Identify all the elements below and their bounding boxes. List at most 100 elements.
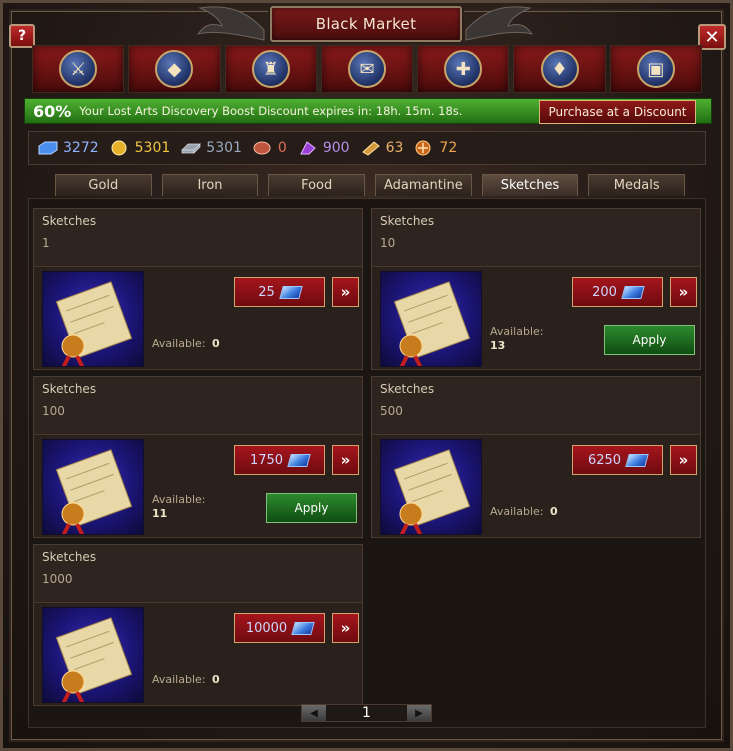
resource-sketches: 63 — [360, 140, 403, 156]
prev-page-button[interactable]: ◀ — [302, 705, 326, 721]
iron-value: 5301 — [206, 140, 242, 156]
resource-medals: 72 — [413, 140, 457, 156]
more-options-button[interactable]: » — [332, 613, 359, 643]
price-value: 6250 — [587, 452, 622, 468]
available-count: 11 — [152, 507, 168, 520]
sketch-scroll-icon — [360, 140, 382, 156]
sketch-scroll-image — [380, 271, 482, 367]
gold-value: 5301 — [134, 140, 171, 156]
resource-food: 0 — [252, 140, 287, 156]
offer-card: Sketches 500 6250 » Available: 0 — [371, 376, 701, 538]
gem-icon — [291, 621, 315, 635]
price-value: 200 — [592, 284, 617, 300]
offer-card: Sketches 1 25 » Available: 0 — [33, 208, 363, 370]
knight-helmet-icon: ♜ — [251, 50, 290, 88]
offer-card: Sketches 100 1750 » Available: 11 Apply — [33, 376, 363, 538]
price-value: 25 — [258, 284, 275, 300]
discount-text: Your Lost Arts Discovery Boost Discount … — [79, 104, 463, 118]
offer-card: Sketches 10 200 » Available: 13 Apply — [371, 208, 701, 370]
available-count: 13 — [490, 339, 506, 352]
category-military[interactable]: ⚔ — [32, 45, 125, 93]
gem-icon — [279, 285, 303, 299]
adamantine-crystal-icon — [297, 140, 319, 156]
category-resources[interactable]: ◆ — [128, 45, 221, 93]
tab-gold[interactable]: Gold — [55, 174, 152, 196]
offer-quantity: 10 — [380, 236, 396, 250]
price-value: 1750 — [249, 452, 284, 468]
more-options-button[interactable]: » — [670, 277, 697, 307]
resource-iron: 5301 — [180, 140, 242, 156]
apply-button[interactable]: Apply — [266, 493, 357, 523]
resource-adamantine: 900 — [297, 140, 350, 156]
red-gem-icon: ♦ — [540, 50, 579, 88]
category-chests[interactable]: ▣ — [609, 45, 702, 93]
offer-quantity: 500 — [380, 404, 403, 418]
offers-panel: Sketches 1 25 » Available: 0 Sketches 10 — [28, 198, 706, 728]
offer-header: Sketches 10 — [372, 209, 700, 267]
available-count: 0 — [212, 673, 220, 686]
medals-value: 72 — [439, 140, 458, 156]
offer-name: Sketches — [380, 382, 435, 396]
discount-percent: 60% — [33, 101, 72, 121]
buy-price-button[interactable]: 1750 — [234, 445, 325, 475]
available-label: Available: — [152, 673, 206, 686]
available-label: Available: — [152, 337, 206, 350]
adamantine-value: 900 — [322, 140, 350, 156]
resource-bar: 3272 5301 5301 0 900 63 72 — [28, 131, 706, 165]
more-options-button[interactable]: » — [332, 445, 359, 475]
gems-value: 3272 — [63, 140, 99, 156]
more-options-button[interactable]: » — [332, 277, 359, 307]
category-knights[interactable]: ♜ — [224, 45, 317, 93]
cross-shield-icon: ✚ — [444, 50, 483, 88]
tab-adamantine[interactable]: Adamantine — [375, 174, 472, 196]
tab-food[interactable]: Food — [268, 174, 366, 196]
tab-medals[interactable]: Medals — [588, 174, 686, 196]
available-label: Available: — [490, 505, 544, 518]
resource-gems: 3272 — [37, 140, 99, 156]
apply-button[interactable]: Apply — [604, 325, 695, 355]
medal-icon — [413, 140, 435, 156]
category-healing[interactable]: ✚ — [417, 45, 510, 93]
category-gems[interactable]: ♦ — [513, 45, 606, 93]
available-label: Available: — [490, 325, 544, 338]
buy-price-button[interactable]: 6250 — [572, 445, 663, 475]
resource-gold: 5301 — [109, 140, 171, 156]
offer-name: Sketches — [42, 214, 97, 228]
pagination: ◀ 1 ▶ — [301, 704, 432, 722]
available-text: Available: 13 — [490, 325, 544, 353]
buy-price-button[interactable]: 10000 — [234, 613, 325, 643]
available-text: Available: 0 — [152, 337, 220, 350]
available-text: Available: 0 — [152, 673, 220, 686]
offer-quantity: 1000 — [42, 572, 73, 586]
window-title: Black Market — [270, 6, 462, 42]
close-button[interactable]: ✕ — [698, 24, 726, 50]
meat-icon — [252, 140, 274, 156]
offer-name: Sketches — [380, 214, 435, 228]
offer-quantity: 1 — [42, 236, 50, 250]
resources-pile-icon: ◆ — [155, 50, 194, 88]
tab-iron[interactable]: Iron — [161, 174, 259, 196]
gem-icon — [625, 453, 649, 467]
offer-header: Sketches 100 — [34, 377, 362, 435]
purchase-discount-button[interactable]: Purchase at a Discount — [539, 100, 696, 124]
sketch-scroll-image — [42, 271, 144, 367]
offer-card: Sketches 1000 10000 » Available: 0 — [33, 544, 363, 706]
category-bar: ⚔ ◆ ♜ ✉ ✚ ♦ ▣ — [32, 45, 702, 93]
tab-sketches[interactable]: Sketches — [481, 174, 579, 196]
dragon-ornament-left-icon — [196, 6, 265, 41]
next-page-button[interactable]: ▶ — [406, 705, 431, 721]
more-options-button[interactable]: » — [670, 445, 697, 475]
sketch-scroll-image — [380, 439, 482, 535]
buy-price-button[interactable]: 25 — [234, 277, 325, 307]
available-text: Available: 0 — [490, 505, 558, 518]
available-count: 0 — [212, 337, 220, 350]
iron-bar-icon — [180, 140, 202, 156]
category-scrolls[interactable]: ✉ — [320, 45, 414, 93]
gem-icon — [287, 453, 311, 467]
sketch-scroll-image — [42, 607, 144, 703]
buy-price-button[interactable]: 200 — [572, 277, 663, 307]
offer-quantity: 100 — [42, 404, 65, 418]
offer-header: Sketches 500 — [372, 377, 700, 435]
gem-icon — [621, 285, 645, 299]
offer-name: Sketches — [42, 550, 97, 564]
